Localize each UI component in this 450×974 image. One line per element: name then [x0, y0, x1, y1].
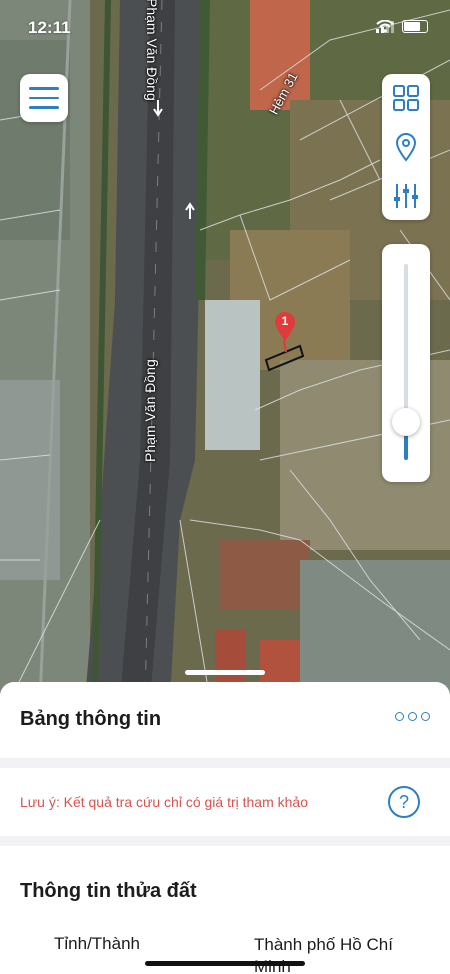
layers-button[interactable]	[382, 74, 430, 122]
disclaimer-row: Lưu ý: Kết quả tra cứu chỉ có giá trị th…	[0, 768, 450, 836]
menu-button[interactable]	[20, 74, 68, 122]
hamburger-line	[29, 106, 59, 109]
more-dots-icon	[395, 712, 404, 721]
marker-number: 1	[281, 314, 289, 328]
hamburger-line	[29, 96, 59, 100]
filter-button[interactable]	[382, 172, 430, 220]
more-options-button[interactable]	[395, 712, 430, 721]
street-label-main: Phạm Văn Đồng	[142, 359, 158, 462]
status-bar: 12:11	[0, 0, 450, 54]
status-time: 12:11	[28, 18, 71, 37]
province-label: Tỉnh/Thành	[54, 934, 140, 953]
parcel-info-title: Thông tin thửa đất	[20, 880, 197, 902]
sliders-icon	[394, 184, 418, 208]
zoom-slider[interactable]	[382, 244, 430, 482]
sheet-title: Bảng thông tin	[20, 708, 162, 730]
wifi-icon	[376, 20, 394, 33]
map-marker[interactable]: 1	[274, 312, 296, 342]
help-button[interactable]: ?	[388, 786, 420, 818]
hamburger-menu-icon	[29, 87, 59, 90]
parcel-info-card: Thông tin thửa đất Tỉnh/Thành Thành phố …	[0, 846, 450, 974]
grid-layers-icon	[393, 85, 419, 111]
more-dot	[421, 712, 430, 721]
slider-thumb[interactable]	[392, 408, 420, 437]
battery-icon	[402, 20, 428, 33]
province-value: Thành phố Hồ Chí Minh	[254, 935, 393, 974]
info-sheet: Bảng thông tin Lưu ý: Kết quả tra cứu ch…	[0, 682, 450, 974]
more-dot	[408, 712, 417, 721]
location-pin-icon	[395, 133, 417, 162]
home-indicator	[145, 961, 305, 966]
app-root: 12:11 Phạm Văn Đồng Hẻm 31 Phạm Văn Đồng	[0, 0, 450, 974]
sheet-drag-handle[interactable]	[185, 670, 265, 675]
location-button[interactable]	[382, 123, 430, 171]
status-icons	[376, 20, 428, 33]
map-tools-panel	[382, 74, 430, 220]
sheet-header: Bảng thông tin	[0, 682, 450, 758]
street-label-top: Phạm Văn Đồng	[144, 0, 160, 101]
disclaimer-text: Lưu ý: Kết quả tra cứu chỉ có giá trị th…	[20, 794, 308, 810]
